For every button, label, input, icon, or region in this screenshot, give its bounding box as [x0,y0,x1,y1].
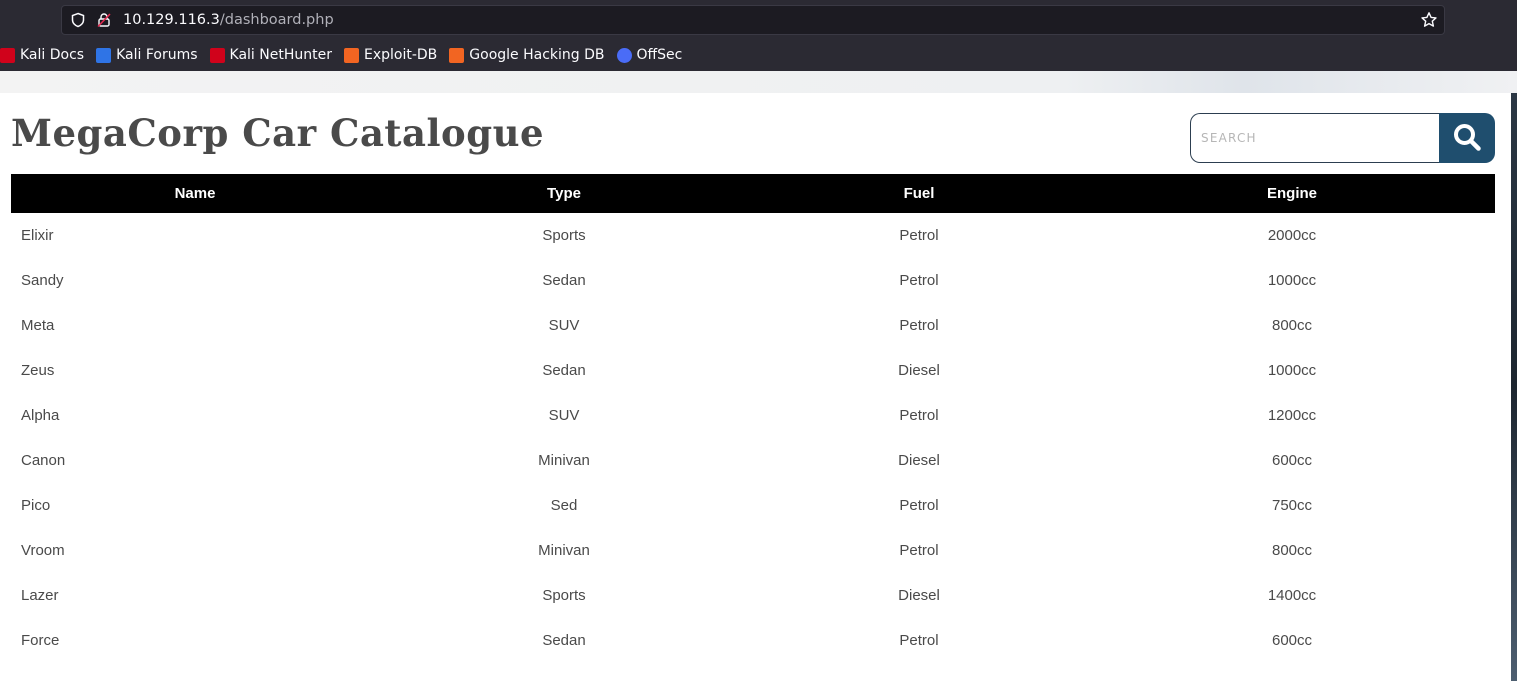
cell-type: Minivan [538,452,590,469]
cell-name: Canon [21,452,66,469]
cell-fuel: Petrol [899,227,939,244]
table-row: Meta SUV Petrol 800cc [11,303,1495,348]
cell-engine: 750cc [1271,497,1313,514]
column-header-name: Name [11,174,379,213]
cell-type: Sedan [542,272,586,289]
cell-type: Sed [550,497,578,514]
cell-engine: 800cc [1271,317,1313,334]
kali-nethunter-icon [209,47,225,63]
table-row: Lazer Sports Diesel 1400cc [11,573,1495,618]
cell-name: Lazer [21,587,59,604]
cell-fuel: Diesel [898,587,940,604]
column-header-fuel: Fuel [749,174,1089,213]
cell-engine: 1000cc [1267,362,1317,379]
cell-fuel: Diesel [898,362,940,379]
cell-fuel: Petrol [899,317,939,334]
cell-fuel: Petrol [899,272,939,289]
cell-name: Elixir [21,227,54,244]
search-input[interactable] [1190,113,1442,163]
bookmark-label: Google Hacking DB [469,47,605,63]
url-text[interactable]: 10.129.116.3/dashboard.php [123,11,334,29]
cars-table: Name Type Fuel Engine Elixir Sports Petrol… [11,174,1495,663]
search-button[interactable] [1439,113,1495,163]
cell-name: Vroom [21,542,65,559]
bookmark-item[interactable]: Kali Docs [0,47,84,63]
url-host: 10.129.116.3 [123,12,220,28]
cell-name: Meta [21,317,55,334]
cell-engine: 1200cc [1267,407,1317,424]
bookmark-item[interactable]: OffSec [616,47,683,63]
cell-fuel: Petrol [899,407,939,424]
cell-name: Zeus [21,362,55,379]
bookmark-label: Kali Docs [20,47,85,63]
cell-fuel: Petrol [899,497,939,514]
cell-fuel: Diesel [898,452,940,469]
table-row: Elixir Sports Petrol 2000cc [11,213,1495,258]
offsec-icon [616,47,632,63]
cell-type: Sedan [542,362,586,379]
kali-forums-icon [96,47,112,63]
column-header-type: Type [379,174,749,213]
bookmark-item[interactable]: Kali NetHunter [209,47,332,63]
search-form [1190,113,1495,163]
cell-engine: 1400cc [1267,587,1317,604]
insecure-lock-icon[interactable] [96,12,112,28]
cell-type: Sedan [542,632,586,649]
bookmark-label: Kali Forums [116,47,198,63]
cell-name: Sandy [21,272,64,289]
cell-engine: 600cc [1271,632,1313,649]
bookmark-star-icon[interactable] [1420,11,1438,29]
cell-fuel: Petrol [899,542,939,559]
bookmarks-toolbar: Kali Docs Kali Forums Kali NetHunter Exploi… [0,43,694,67]
table-row: Zeus Sedan Diesel 1000cc [11,348,1495,393]
table-header-row: Name Type Fuel Engine [11,174,1495,213]
table-row: Vroom Minivan Petrol 800cc [11,528,1495,573]
url-path: /dashboard.php [219,12,334,28]
cell-name: Pico [21,497,51,514]
cell-name: Alpha [21,407,60,424]
cell-type: Minivan [538,542,590,559]
cell-type: Sports [542,227,586,244]
address-bar[interactable]: 10.129.116.3/dashboard.php [61,5,1445,35]
table-row: Force Sedan Petrol 600cc [11,618,1495,663]
browser-toolbar: 10.129.116.3/dashboard.php Kali Docs Kali… [0,0,1517,71]
background-edge [1511,93,1517,681]
bookmark-label: Kali NetHunter [229,47,332,63]
shield-icon[interactable] [70,12,86,28]
bookmark-label: Exploit-DB [363,47,438,63]
table-row: Alpha SUV Petrol 1200cc [11,393,1495,438]
content-card: MegaCorp Car Catalogue Name Type Fuel En… [0,93,1511,681]
cell-type: SUV [548,407,580,424]
page-title: MegaCorp Car Catalogue [11,111,545,155]
table-row: Pico Sed Petrol 750cc [11,483,1495,528]
table-row: Sandy Sedan Petrol 1000cc [11,258,1495,303]
table-row: Canon Minivan Diesel 600cc [11,438,1495,483]
bookmark-item[interactable]: Google Hacking DB [449,47,605,63]
search-icon [1452,122,1482,155]
exploit-db-icon [343,47,359,63]
bookmark-label: OffSec [636,47,683,63]
column-header-engine: Engine [1089,174,1495,213]
cell-name: Force [21,632,60,649]
cell-engine: 600cc [1271,452,1313,469]
cell-engine: 1000cc [1267,272,1317,289]
cell-engine: 800cc [1271,542,1313,559]
background-strip [0,71,1517,93]
cell-type: Sports [542,587,586,604]
cell-engine: 2000cc [1267,227,1317,244]
kali-docs-icon [0,47,15,63]
bookmark-item[interactable]: Kali Forums [96,47,198,63]
bookmark-item[interactable]: Exploit-DB [343,47,438,63]
cell-fuel: Petrol [899,632,939,649]
cell-type: SUV [548,317,580,334]
ghdb-icon [449,47,465,63]
